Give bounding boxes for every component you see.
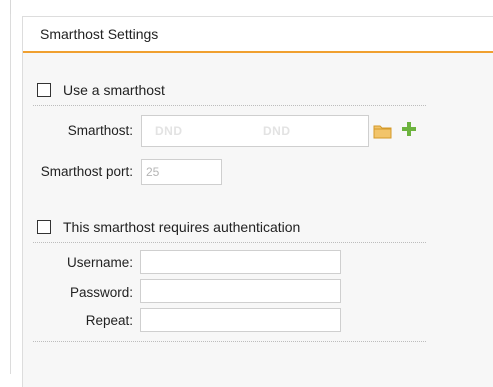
separator [33,341,426,342]
requires-auth-checkbox[interactable] [37,220,51,234]
username-input[interactable] [140,250,341,274]
smarthost-settings-panel: Smarthost Settings Use a smarthost Smart… [22,16,493,387]
use-smarthost-label: Use a smarthost [63,82,165,98]
password-label: Password: [69,285,133,300]
left-gutter [0,14,12,374]
smarthost-port-label: Smarthost port: [40,164,133,179]
requires-auth-label: This smarthost requires authentication [63,219,301,235]
top-strip [0,0,493,14]
use-smarthost-row: Use a smarthost [37,80,165,100]
repeat-label: Repeat: [85,313,133,328]
folder-icon[interactable] [373,123,393,142]
separator [33,105,426,106]
smarthost-input[interactable]: DND DND [141,115,369,147]
divider [10,0,11,14]
repeat-input[interactable] [140,308,341,332]
password-input[interactable] [140,279,341,303]
dnd-placeholder-right: DND [263,124,291,138]
dnd-placeholder-left: DND [155,124,183,138]
smarthost-port-input[interactable]: 25 [141,159,222,185]
requires-auth-row: This smarthost requires authentication [37,217,300,237]
separator [33,242,426,243]
smarthost-port-value: 25 [146,165,160,179]
plus-icon[interactable] [401,121,417,140]
divider [10,14,11,374]
panel-title: Smarthost Settings [40,26,159,42]
smarthost-label: Smarthost: [67,123,133,138]
panel-header: Smarthost Settings [23,17,493,53]
use-smarthost-checkbox[interactable] [37,83,51,97]
username-label: Username: [66,255,133,270]
